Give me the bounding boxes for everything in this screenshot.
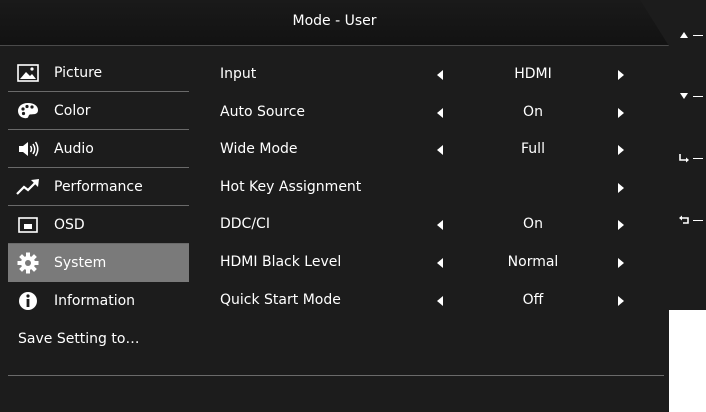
option-label: Input xyxy=(220,66,257,82)
sidebar-item-label: Information xyxy=(54,293,136,309)
sidebar-item-label: OSD xyxy=(54,216,85,233)
key-up-indicator xyxy=(693,34,703,36)
key-up[interactable] xyxy=(679,28,706,42)
trend-arrow-icon xyxy=(16,176,40,198)
right-arrow-icon[interactable] xyxy=(618,295,624,306)
option-value: HDMI xyxy=(514,66,552,82)
info-icon xyxy=(16,290,40,312)
option-label: Quick Start Mode xyxy=(220,291,341,308)
right-arrow-icon[interactable] xyxy=(618,182,624,193)
back-icon xyxy=(679,215,689,225)
option-label: Wide Mode xyxy=(220,141,298,158)
option-row-hdmi-black-level[interactable]: HDMI Black Level Normal xyxy=(220,244,640,282)
right-arrow-icon[interactable] xyxy=(618,257,624,268)
key-enter-indicator xyxy=(693,157,703,159)
sidebar-item-system[interactable]: System xyxy=(8,244,189,282)
option-value: Normal xyxy=(507,253,559,270)
option-value: On xyxy=(523,103,543,120)
option-label: HDMI Black Level xyxy=(220,253,342,270)
sidebar-item-information[interactable]: Information xyxy=(8,282,189,320)
left-arrow-icon[interactable] xyxy=(437,220,443,231)
sidebar-item-label: System xyxy=(54,254,107,271)
option-row-ddc-ci[interactable]: DDC/CI On xyxy=(220,206,640,244)
picture-icon xyxy=(16,62,40,84)
enter-icon xyxy=(679,153,689,163)
sidebar-item-picture[interactable]: Picture xyxy=(8,54,189,92)
gear-icon xyxy=(16,252,40,274)
sidebar-item-label: Audio xyxy=(54,140,94,157)
title-bar-corner xyxy=(640,0,669,46)
options-panel: Input HDMI Auto Source On Wide Mode Full… xyxy=(220,56,640,319)
sidebar-item-color[interactable]: Color xyxy=(8,92,189,130)
option-row-input[interactable]: Input HDMI xyxy=(220,56,640,94)
page-title: Mode - User xyxy=(292,13,377,29)
sidebar-item-osd[interactable]: OSD xyxy=(8,206,189,244)
right-arrow-icon[interactable] xyxy=(618,220,624,231)
left-arrow-icon[interactable] xyxy=(437,257,443,268)
left-arrow-icon[interactable] xyxy=(437,145,443,156)
sidebar-item-label: Performance xyxy=(54,178,143,195)
right-arrow-icon[interactable] xyxy=(618,145,624,156)
speaker-icon xyxy=(16,138,40,160)
right-arrow-icon[interactable] xyxy=(618,107,624,118)
sidebar-item-label: Picture xyxy=(54,64,103,81)
option-row-wide-mode[interactable]: Wide Mode Full xyxy=(220,131,640,169)
osd-menu: Mode - User Picture Color Audio Performa… xyxy=(0,0,669,412)
option-row-hot-key-assignment[interactable]: Hot Key Assignment xyxy=(220,169,640,207)
option-value: Full xyxy=(521,141,545,158)
key-guide-panel xyxy=(669,0,706,310)
key-down[interactable] xyxy=(679,89,706,103)
right-arrow-icon[interactable] xyxy=(618,70,624,80)
option-label: DDC/CI xyxy=(220,216,270,233)
sidebar-item-label: Color xyxy=(54,102,91,119)
sidebar-item-performance[interactable]: Performance xyxy=(8,168,189,206)
key-back-indicator xyxy=(693,219,703,221)
save-setting-label: Save Setting to… xyxy=(18,331,140,347)
sidebar: Picture Color Audio Performance OSD Syst… xyxy=(8,54,189,358)
option-value: Off xyxy=(522,291,544,308)
sidebar-item-audio[interactable]: Audio xyxy=(8,130,189,168)
left-arrow-icon[interactable] xyxy=(437,107,443,118)
save-setting-item[interactable]: Save Setting to… xyxy=(8,320,189,358)
option-row-quick-start-mode[interactable]: Quick Start Mode Off xyxy=(220,282,640,320)
left-arrow-icon[interactable] xyxy=(437,295,443,306)
title-bar: Mode - User xyxy=(0,0,669,46)
key-back[interactable] xyxy=(679,213,706,227)
key-enter[interactable] xyxy=(679,151,706,165)
option-value: On xyxy=(523,216,543,233)
left-arrow-icon[interactable] xyxy=(437,70,443,80)
option-label: Hot Key Assignment xyxy=(220,178,362,195)
option-label: Auto Source xyxy=(220,103,306,120)
osd-window-icon xyxy=(16,214,40,236)
footer-divider xyxy=(8,375,664,376)
key-down-indicator xyxy=(693,95,703,97)
up-arrow-icon xyxy=(679,30,689,40)
down-arrow-icon xyxy=(679,91,689,101)
option-row-auto-source[interactable]: Auto Source On xyxy=(220,94,640,132)
palette-icon xyxy=(16,100,40,122)
